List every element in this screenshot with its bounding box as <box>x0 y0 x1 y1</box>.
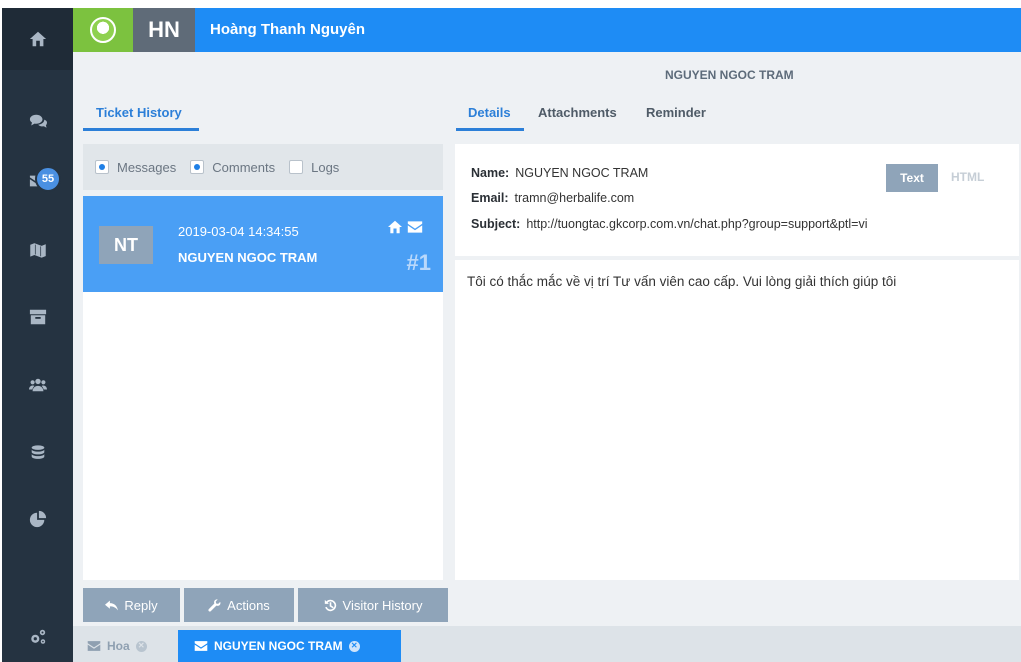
ticket-avatar: NT <box>99 226 153 264</box>
detail-subject-value: http://tuongtac.gkcorp.com.vn/chat.php?g… <box>526 217 868 231</box>
ticket-datetime: 2019-03-04 14:34:55 <box>178 224 299 239</box>
sidebar-item-archive[interactable] <box>2 292 73 342</box>
sidebar-item-home[interactable] <box>2 8 73 70</box>
chat-tabs-bar: Hoa ✕ NGUYEN NGOC TRAM ✕ <box>73 626 1021 662</box>
sidebar-item-chat[interactable] <box>2 96 73 146</box>
detail-name-value: NGUYEN NGOC TRAM <box>515 166 649 180</box>
detail-email-row: Email: tramn@herbalife.com <box>471 191 634 205</box>
filter-logs[interactable]: Logs <box>289 160 339 175</box>
mail-icon <box>194 641 208 651</box>
reply-button-label: Reply <box>124 597 158 613</box>
filter-comments-label: Comments <box>212 159 276 175</box>
chat-tab-hoa-label: Hoa <box>107 639 130 653</box>
comments-checkbox[interactable] <box>190 160 205 174</box>
notification-badge: 55 <box>35 166 61 192</box>
filter-comments[interactable]: Comments <box>190 160 275 175</box>
tab-ticket-history[interactable]: Ticket History <box>96 105 182 120</box>
history-icon <box>324 599 336 611</box>
archive-icon <box>29 309 46 325</box>
filter-messages-label: Messages <box>117 159 177 175</box>
sidebar-item-reports[interactable] <box>2 494 73 544</box>
chat-icon <box>29 114 47 128</box>
user-name: Hoàng Thanh Nguyên <box>210 21 365 38</box>
pie-chart-icon <box>29 510 46 528</box>
details-card: Name: NGUYEN NGOC TRAM Email: tramn@herbal… <box>455 144 1019 256</box>
reply-button[interactable]: Reply <box>83 588 180 622</box>
detail-email-value: tramn@herbalife.com <box>514 191 635 205</box>
chat-tab-nguyen-ngoc-tram[interactable]: NGUYEN NGOC TRAM ✕ <box>178 630 401 662</box>
chat-tab-nguyen-ngoc-tram-label: NGUYEN NGOC TRAM <box>214 639 343 653</box>
logo <box>73 8 133 52</box>
detail-name-row: Name: NGUYEN NGOC TRAM <box>471 166 648 180</box>
mail-icon <box>87 641 101 651</box>
close-icon[interactable]: ✕ <box>348 640 360 652</box>
actions-button-label: Actions <box>227 597 270 613</box>
reply-icon <box>105 600 119 610</box>
top-bar: HN Hoàng Thanh Nguyên <box>73 8 1021 52</box>
detail-subject-row: Subject: http://tuongtac.gkcorp.com.vn/ch… <box>471 217 868 231</box>
close-icon[interactable]: ✕ <box>135 640 147 652</box>
logs-checkbox[interactable] <box>289 160 304 174</box>
ticket-filter-bar: Messages Comments Logs <box>83 144 443 190</box>
ticket-number: #1 <box>406 250 431 275</box>
ticket-list-item[interactable]: NT 2019-03-04 14:34:55 NGUYEN NGOC TRAM … <box>83 196 443 292</box>
database-icon <box>31 445 44 459</box>
map-icon <box>29 242 46 259</box>
tab-details[interactable]: Details <box>468 105 511 120</box>
users-icon <box>28 378 47 392</box>
messages-checkbox[interactable] <box>95 160 109 174</box>
filter-messages[interactable]: Messages <box>95 160 176 175</box>
sidebar-item-settings[interactable] <box>2 612 73 662</box>
text-view-button[interactable]: Text <box>886 164 938 192</box>
sidebar: 55 <box>2 8 73 662</box>
detail-subject-label: Subject: <box>471 217 521 231</box>
mail-icon <box>407 221 423 233</box>
ticket-list: NT 2019-03-04 14:34:55 NGUYEN NGOC TRAM … <box>83 196 443 580</box>
detail-name-label: Name: <box>471 166 510 180</box>
ticket-icons <box>387 220 423 234</box>
app-root: 55 HN Hoàng Thanh Nguyên NGUYEN NGOC TRA… <box>0 0 1021 662</box>
settings-icon <box>30 629 45 644</box>
actions-button[interactable]: Actions <box>184 588 294 622</box>
action-bar: Reply Actions Visitor History <box>73 580 1021 626</box>
home-icon <box>388 220 402 234</box>
message-text: Tôi có thắc mắc về vị trí Tư vấn viên ca… <box>467 274 897 289</box>
wrench-icon <box>208 598 221 612</box>
html-view-button[interactable]: HTML <box>951 170 984 184</box>
filter-logs-label: Logs <box>311 159 340 175</box>
visitor-name-title: NGUYEN NGOC TRAM <box>665 68 794 82</box>
home-icon <box>29 31 46 47</box>
sidebar-item-map[interactable] <box>2 225 73 275</box>
main-area: NGUYEN NGOC TRAM Ticket History Details … <box>73 52 1021 580</box>
detail-email-label: Email: <box>471 191 509 205</box>
user-avatar: HN <box>133 8 195 52</box>
message-card: Tôi có thắc mắc về vị trí Tư vấn viên ca… <box>455 260 1019 580</box>
visitor-history-button[interactable]: Visitor History <box>298 588 448 622</box>
tab-reminder[interactable]: Reminder <box>646 105 706 120</box>
chat-tab-hoa[interactable]: Hoa ✕ <box>87 630 147 662</box>
visitor-history-button-label: Visitor History <box>342 597 423 613</box>
tab-details-underline <box>456 128 524 131</box>
logo-icon <box>90 17 116 43</box>
tab-ticket-history-underline <box>83 128 199 131</box>
sidebar-item-database[interactable] <box>2 428 73 478</box>
tab-attachments[interactable]: Attachments <box>538 105 617 120</box>
sidebar-item-users[interactable] <box>2 360 73 410</box>
ticket-visitor-name: NGUYEN NGOC TRAM <box>178 250 318 265</box>
